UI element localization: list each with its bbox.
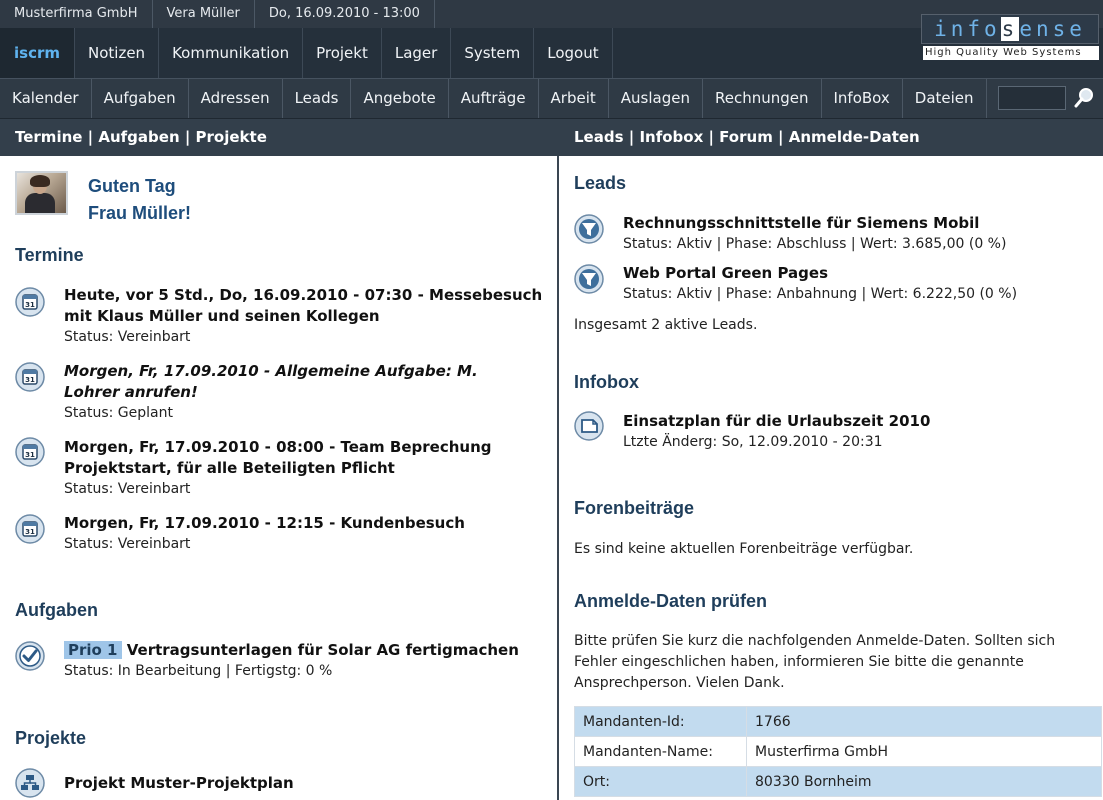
logo-tagline: High Quality Web Systems <box>923 46 1099 60</box>
calendar-icon: 31 <box>15 514 45 544</box>
table-key: Ort: <box>574 766 747 797</box>
priority-badge: Prio 1 <box>64 641 122 659</box>
avatar <box>15 171 68 215</box>
termine-heading: Termine <box>15 245 84 265</box>
subnav-item-leads[interactable]: Leads <box>283 79 352 118</box>
svg-text:31: 31 <box>25 376 35 384</box>
nav-item-notizen[interactable]: Notizen <box>75 28 160 78</box>
sub-nav: Kalender Aufgaben Adressen Leads Angebot… <box>0 78 1103 118</box>
termin-item[interactable]: Morgen, Fr, 17.09.2010 - 08:00 - Team Be… <box>64 437 504 499</box>
table-row: Mandanten-Name: Musterfirma GmbH <box>574 736 1102 767</box>
calendar-icon: 31 <box>15 437 45 467</box>
subnav-item-dateien[interactable]: Dateien <box>903 79 987 118</box>
subnav-item-rechnungen[interactable]: Rechnungen <box>703 79 822 118</box>
aufgabe-item[interactable]: Prio 1 Vertragsunterlagen für Solar AG f… <box>64 640 544 681</box>
nav-item-kommunikation[interactable]: Kommunikation <box>159 28 304 78</box>
subnav-item-infobox[interactable]: InfoBox <box>822 79 903 118</box>
termin-item[interactable]: Morgen, Fr, 17.09.2010 - 12:15 - Kundenb… <box>64 513 544 554</box>
aufgaben-heading: Aufgaben <box>15 600 98 620</box>
subnav-item-angebote[interactable]: Angebote <box>351 79 449 118</box>
checkmark-icon <box>15 641 45 671</box>
infosense-logo: info s ense High Quality Web Systems <box>921 14 1099 62</box>
nav-item-iscrm[interactable]: iscrm <box>0 28 75 78</box>
greeting: Guten Tag Frau Müller! <box>88 176 192 223</box>
section-header-right[interactable]: Leads | Infobox | Forum | Anmelde-Daten <box>574 128 920 146</box>
user-name: Vera Müller <box>153 0 255 28</box>
calendar-icon: 31 <box>15 287 45 317</box>
project-hierarchy-icon <box>15 768 45 798</box>
current-datetime: Do, 16.09.2010 - 13:00 <box>255 0 435 28</box>
funnel-icon <box>574 264 604 294</box>
subnav-item-auftraege[interactable]: Aufträge <box>449 79 539 118</box>
funnel-icon <box>574 214 604 244</box>
nav-item-system[interactable]: System <box>451 28 535 78</box>
anmelde-text: Bitte prüfen Sie kurz die nachfolgenden … <box>574 633 1056 691</box>
subnav-item-auslagen[interactable]: Auslagen <box>609 79 703 118</box>
nav-item-projekt[interactable]: Projekt <box>303 28 382 78</box>
calendar-icon: 31 <box>15 362 45 392</box>
table-row: Ort: 80330 Bornheim <box>574 766 1102 797</box>
subnav-item-adressen[interactable]: Adressen <box>189 79 283 118</box>
subnav-item-arbeit[interactable]: Arbeit <box>539 79 609 118</box>
nav-item-lager[interactable]: Lager <box>382 28 452 78</box>
nav-item-logout[interactable]: Logout <box>534 28 613 78</box>
termin-item[interactable]: Heute, vor 5 Std., Do, 16.09.2010 - 07:3… <box>64 285 544 347</box>
foren-empty-text: Es sind keine aktuellen Forenbeiträge ve… <box>574 541 914 557</box>
subnav-item-aufgaben[interactable]: Aufgaben <box>92 79 189 118</box>
infobox-heading: Infobox <box>574 372 639 392</box>
subnav-item-kalender[interactable]: Kalender <box>0 79 92 118</box>
svg-text:31: 31 <box>25 301 35 309</box>
table-row: Mandanten-Id: 1766 <box>574 706 1102 737</box>
lead-item[interactable]: Rechnungsschnittstelle für Siemens Mobil… <box>623 213 1093 254</box>
search-icon[interactable] <box>1073 87 1095 109</box>
anmelde-data-table: Mandanten-Id: 1766 Mandanten-Name: Muste… <box>574 706 1102 797</box>
svg-text:31: 31 <box>25 528 35 536</box>
projekte-heading: Projekte <box>15 728 87 748</box>
forenbeitraege-heading: Forenbeiträge <box>574 498 695 518</box>
section-header: Termine | Aufgaben | Projekte Leads | In… <box>0 118 1103 156</box>
leads-summary: Insgesamt 2 aktive Leads. <box>574 317 758 333</box>
info-document-icon <box>574 411 604 441</box>
table-key: Mandanten-Name: <box>574 736 747 767</box>
table-key: Mandanten-Id: <box>574 706 747 737</box>
leads-heading: Leads <box>574 173 627 193</box>
search-input[interactable] <box>998 86 1066 110</box>
column-divider <box>557 156 559 800</box>
svg-text:31: 31 <box>25 451 35 459</box>
infobox-item[interactable]: Einsatzplan für die Urlaubszeit 2010 Ltz… <box>623 411 1093 452</box>
anmelde-heading: Anmelde-Daten prüfen <box>574 591 768 611</box>
table-value: 1766 <box>746 706 1102 737</box>
table-value: 80330 Bornheim <box>746 766 1102 797</box>
lead-item[interactable]: Web Portal Green Pages Status: Aktiv | P… <box>623 263 1093 304</box>
termin-item[interactable]: Morgen, Fr, 17.09.2010 - Allgemeine Aufg… <box>64 361 514 423</box>
company-name: Musterfirma GmbH <box>0 0 153 28</box>
section-header-left[interactable]: Termine | Aufgaben | Projekte <box>15 128 267 146</box>
projekt-item[interactable]: Projekt Muster-Projektplan <box>64 773 544 794</box>
table-value: Musterfirma GmbH <box>746 736 1102 767</box>
